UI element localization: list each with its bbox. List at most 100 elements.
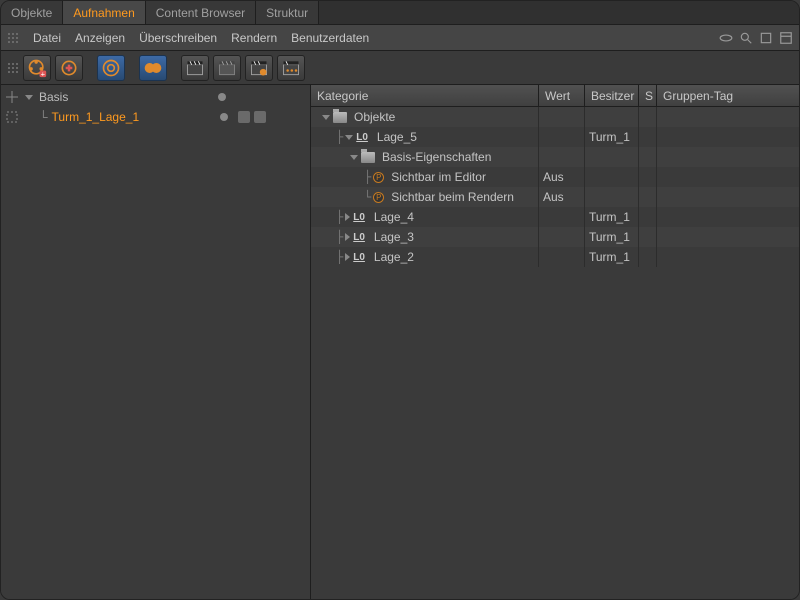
mini-icon-a[interactable] — [238, 111, 250, 123]
expand-icon[interactable] — [345, 135, 353, 140]
toolbar-grip-icon[interactable] — [7, 62, 19, 74]
svg-text:+: + — [41, 69, 46, 78]
group-tag-cell — [657, 127, 799, 147]
group-tag-cell — [657, 167, 799, 187]
menu-ueberschreiben[interactable]: Überschreiben — [139, 31, 217, 45]
table-row[interactable]: ├L0Lage_5Turm_1 — [311, 127, 799, 147]
param-icon: P — [373, 172, 384, 183]
col-s[interactable]: S — [639, 85, 657, 106]
table-row[interactable]: Objekte — [311, 107, 799, 127]
table-row[interactable]: ├L0Lage_3 Turm_1 — [311, 227, 799, 247]
value-cell — [539, 107, 585, 127]
owner-cell: Turm_1 — [585, 127, 639, 147]
menu-rendern[interactable]: Rendern — [231, 31, 277, 45]
expand-icon[interactable] — [25, 95, 33, 100]
expand-icon[interactable] — [350, 155, 358, 160]
row-label: Lage_2 — [374, 250, 414, 264]
tab-aufnahmen[interactable]: Aufnahmen — [63, 1, 145, 24]
search-icon[interactable] — [739, 31, 753, 45]
category-cell: ├PSichtbar im Editor — [311, 167, 539, 187]
s-cell — [639, 127, 657, 147]
tool-clapper-orange[interactable] — [245, 55, 273, 81]
tool-clapper-dots[interactable] — [277, 55, 305, 81]
value-cell — [539, 247, 585, 267]
status-dot-icon — [218, 93, 226, 101]
tree-root-label: Basis — [39, 90, 68, 104]
table-row[interactable]: └P Sichtbar beim Rendern Aus — [311, 187, 799, 207]
tree-row-root[interactable]: Basis — [1, 87, 310, 107]
take-tree: Basis └ Turm_1_Lage_1 — [1, 85, 311, 599]
tool-peanut-link[interactable] — [139, 55, 167, 81]
tool-reel-add[interactable]: + — [23, 55, 51, 81]
table-row[interactable]: ├PSichtbar im EditorAus — [311, 167, 799, 187]
param-icon: P — [373, 192, 384, 203]
layer-icon: L0 — [353, 212, 365, 223]
category-cell: ├L0Lage_3 — [311, 227, 539, 247]
grip-icon[interactable] — [7, 32, 19, 44]
tab-objekte[interactable]: Objekte — [1, 1, 63, 24]
mini-icon-b[interactable] — [254, 111, 266, 123]
menu-datei[interactable]: Datei — [33, 31, 61, 45]
tool-clapper-a[interactable] — [181, 55, 209, 81]
category-cell: Objekte — [311, 107, 539, 127]
group-tag-cell — [657, 187, 799, 207]
window-icon[interactable] — [759, 31, 773, 45]
branch-icon: ├ — [336, 250, 342, 264]
row-label: Sichtbar beim Rendern — [391, 190, 514, 204]
tree-row-child[interactable]: └ Turm_1_Lage_1 — [1, 107, 310, 127]
row-label: Basis-Eigenschaften — [382, 150, 491, 164]
owner-cell — [585, 187, 639, 207]
menu-anzeigen[interactable]: Anzeigen — [75, 31, 125, 45]
collapse-icon[interactable] — [345, 253, 350, 261]
branch-icon: ├ — [336, 130, 342, 144]
col-wert[interactable]: Wert — [539, 85, 585, 106]
folder-icon — [333, 112, 347, 123]
category-cell: ├L0Lage_4 — [311, 207, 539, 227]
group-tag-cell — [657, 147, 799, 167]
table-row[interactable]: ├ L0 Lage_2 Turm_1 — [311, 247, 799, 267]
branch-icon: ├ — [336, 210, 342, 224]
tab-struktur[interactable]: Struktur — [256, 1, 319, 24]
table-row[interactable]: Basis-Eigenschaften — [311, 147, 799, 167]
collapse-icon[interactable] — [345, 213, 350, 221]
col-kategorie[interactable]: Kategorie — [311, 85, 539, 106]
s-cell — [639, 187, 657, 207]
tool-spiral-record[interactable] — [97, 55, 125, 81]
property-table: Kategorie Wert Besitzer S Gruppen-Tag Ob… — [311, 85, 799, 599]
eye-icon[interactable] — [719, 31, 733, 45]
tab-content-browser[interactable]: Content Browser — [146, 1, 256, 24]
group-tag-cell — [657, 247, 799, 267]
row-label: Objekte — [354, 110, 395, 124]
branch-icon: └ — [364, 190, 370, 204]
owner-cell — [585, 147, 639, 167]
row-label: Lage_3 — [374, 230, 414, 244]
s-cell — [639, 227, 657, 247]
owner-cell: Turm_1 — [585, 207, 639, 227]
menu-benutzerdaten[interactable]: Benutzerdaten — [291, 31, 369, 45]
top-tabs: Objekte Aufnahmen Content Browser Strukt… — [1, 1, 799, 25]
owner-cell: Turm_1 — [585, 227, 639, 247]
owner-cell: Turm_1 — [585, 247, 639, 267]
value-cell — [539, 207, 585, 227]
tool-reel-plus[interactable] — [55, 55, 83, 81]
menu-bar: Datei Anzeigen Überschreiben Rendern Ben… — [1, 25, 799, 51]
s-cell — [639, 147, 657, 167]
group-tag-cell — [657, 227, 799, 247]
owner-cell — [585, 167, 639, 187]
value-cell[interactable]: Aus — [539, 187, 585, 207]
value-cell[interactable]: Aus — [539, 167, 585, 187]
col-gruppen-tag[interactable]: Gruppen-Tag — [657, 85, 799, 106]
table-row[interactable]: ├L0Lage_4Turm_1 — [311, 207, 799, 227]
category-cell: └P Sichtbar beim Rendern — [311, 187, 539, 207]
selection-icon — [5, 110, 19, 124]
layout-icon[interactable] — [779, 31, 793, 45]
category-cell: Basis-Eigenschaften — [311, 147, 539, 167]
branch-icon: ├ — [364, 170, 370, 184]
tool-clapper-disabled[interactable] — [213, 55, 241, 81]
status-dot-icon — [220, 113, 228, 121]
collapse-icon[interactable] — [345, 233, 350, 241]
col-besitzer[interactable]: Besitzer — [585, 85, 639, 106]
layer-icon: L0 — [353, 252, 365, 263]
expand-icon[interactable] — [322, 115, 330, 120]
crosshair-icon — [5, 90, 19, 104]
